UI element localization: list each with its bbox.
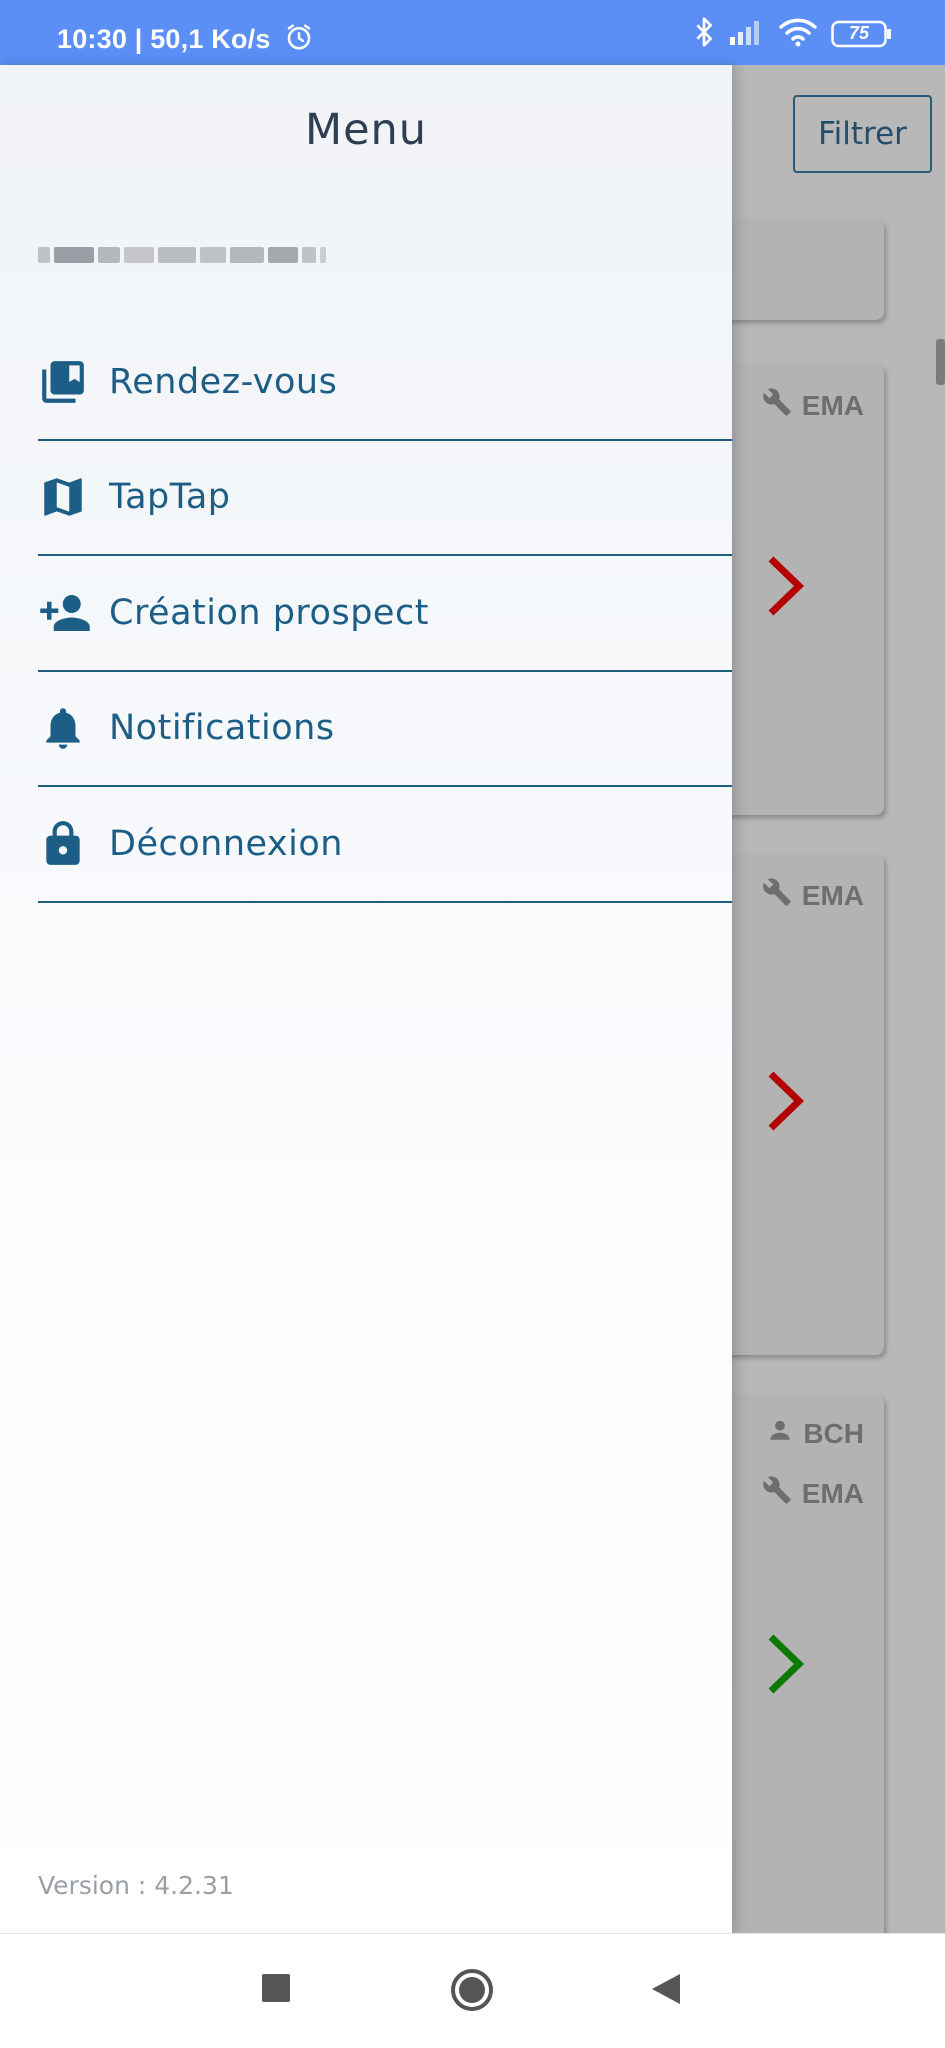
back-button[interactable] [650,1972,682,2010]
alarm-icon [284,22,314,59]
navigation-drawer: Menu Rendez-vous TapTap Création prospec… [0,65,732,1933]
menu-item-notifications[interactable]: Notifications [38,672,732,787]
card-tag: EMA [762,1475,864,1512]
menu-item-label: Création prospect [109,592,429,633]
card-tag: EMA [762,387,864,424]
user-name-redacted [38,240,368,270]
menu-item-taptap[interactable]: TapTap [38,441,732,556]
chevron-right-icon [765,1070,805,1136]
scrollbar-handle[interactable] [936,339,945,385]
card-tag-text: EMA [801,1477,864,1509]
person-icon [767,1417,793,1450]
signal-icon [729,19,765,49]
wifi-icon [779,17,817,51]
menu-item-label: TapTap [109,477,231,518]
time-speed-text: 10:30 | 50,1 Ko/s [57,24,271,54]
chevron-right-icon [765,1633,805,1699]
status-bar: 10:30 | 50,1 Ko/s 75 [0,0,945,65]
status-left: 10:30 | 50,1 Ko/s [57,22,314,59]
menu-item-label: Notifications [109,708,335,749]
menu-item-label: Déconnexion [109,823,343,864]
map-icon [38,470,93,525]
battery-icon: 75 [831,20,893,48]
system-nav-bar [0,1933,945,2048]
menu-item-label: Rendez-vous [109,361,338,402]
menu-item-rendez-vous[interactable]: Rendez-vous [38,325,732,441]
card-tag-text: EMA [801,879,864,911]
wrench-icon [762,1475,792,1512]
recent-apps-button[interactable] [262,1974,290,2006]
card-tag: EMA [762,877,864,914]
lock-icon [38,816,93,871]
wrench-icon [762,877,792,914]
card-tag-text: EMA [801,389,864,421]
home-button[interactable] [450,1968,494,2016]
menu-item-deconnexion[interactable]: Déconnexion [38,787,732,903]
person-add-icon [38,585,93,640]
chevron-right-icon [765,555,805,621]
filter-button[interactable]: Filtrer [793,95,932,173]
card-tag-text: BCH [803,1417,864,1449]
bell-icon [38,701,93,756]
wrench-icon [762,387,792,424]
library-books-icon [38,354,93,409]
drawer-menu: Rendez-vous TapTap Création prospect Not… [38,325,732,903]
card-tag: BCH [767,1417,864,1450]
status-right: 75 [693,16,893,52]
version-text: Version : 4.2.31 [38,1871,234,1900]
drawer-title: Menu [304,105,428,155]
bluetooth-icon [693,16,715,52]
battery-level: 75 [848,23,870,43]
menu-item-creation-prospect[interactable]: Création prospect [38,556,732,672]
